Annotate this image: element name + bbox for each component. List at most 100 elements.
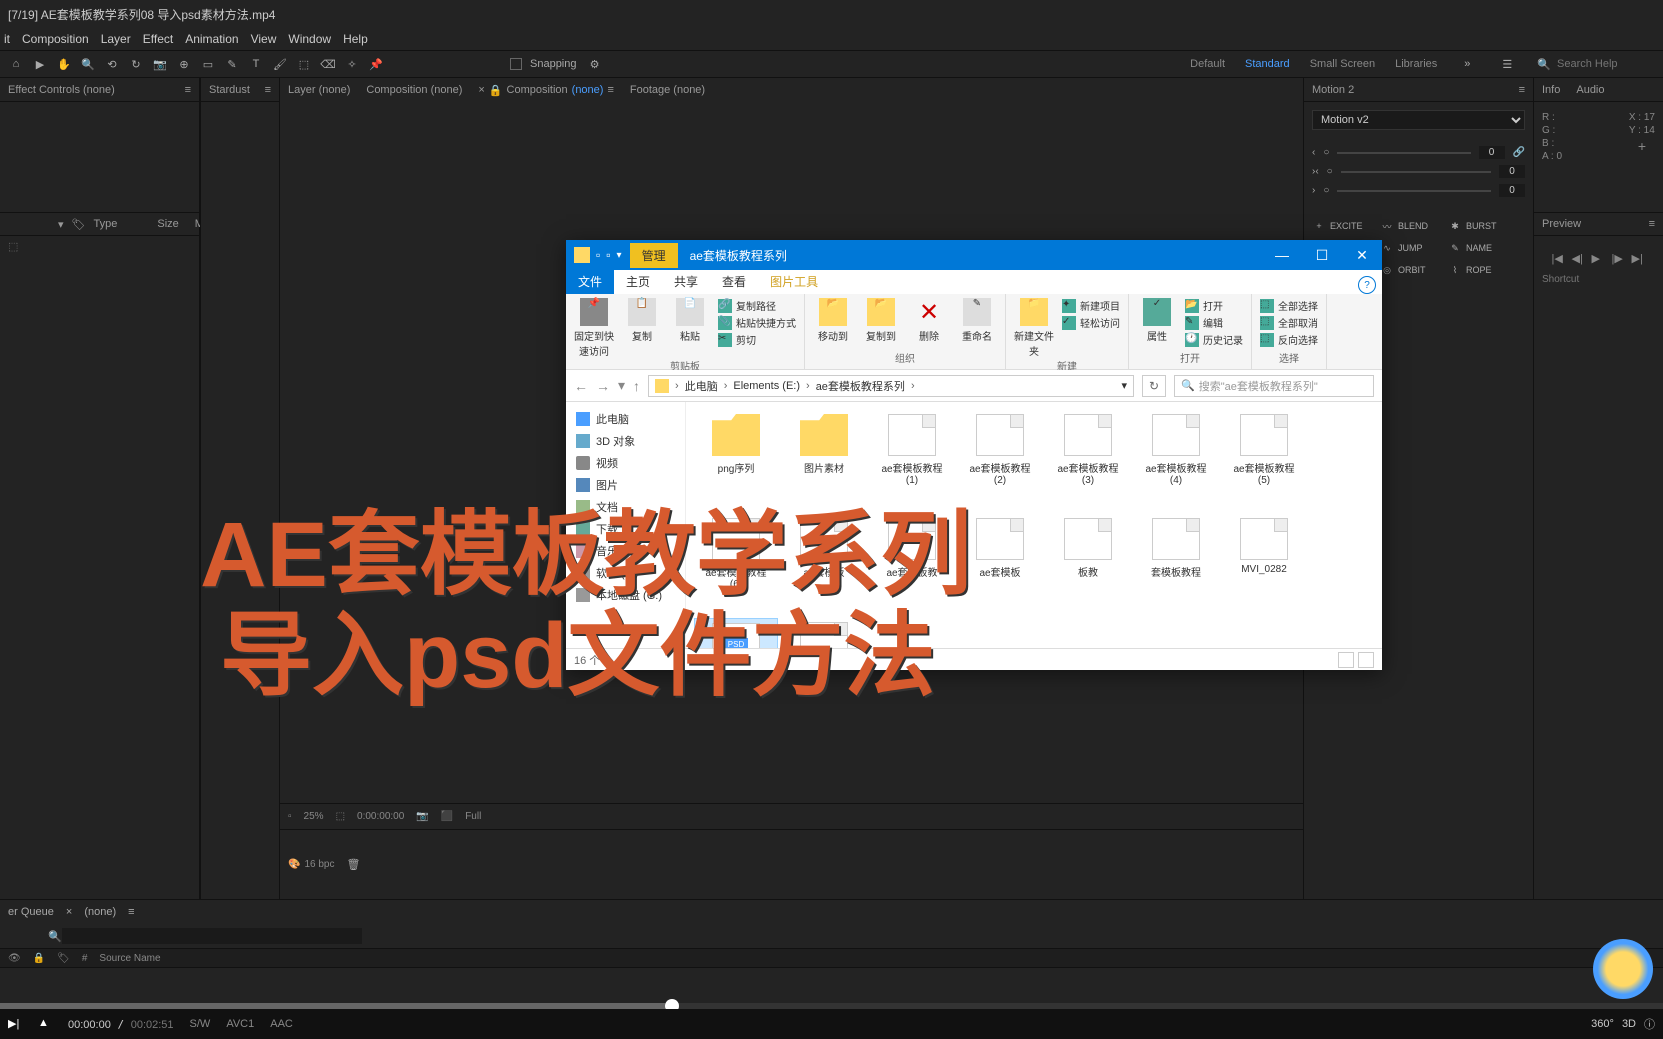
motion-excite-button[interactable]: +EXCITE: [1312, 219, 1372, 233]
menu-view[interactable]: View: [251, 32, 277, 46]
file-item[interactable]: ae套模板教: [870, 514, 954, 614]
ribbon-pictools-tab[interactable]: 图片工具: [758, 269, 830, 294]
file-item[interactable]: 板教: [1046, 514, 1130, 614]
mask-icon[interactable]: ▫: [288, 811, 292, 822]
nav-forward-icon[interactable]: →: [596, 378, 610, 394]
composition-active-tab[interactable]: × 🔒 Composition (none) ≡: [478, 84, 614, 97]
file-item[interactable]: ae套模板教程 (3): [1046, 410, 1130, 510]
ribbon-home-tab[interactable]: 主页: [614, 269, 662, 294]
channel-icon[interactable]: ⬛: [441, 811, 453, 822]
motion-name-button[interactable]: ✎NAME: [1448, 241, 1508, 255]
camera-tool-icon[interactable]: 📷: [150, 54, 170, 74]
effect-controls-tab[interactable]: Effect Controls (none) ≡: [0, 78, 199, 102]
selection-tool-icon[interactable]: ▶: [30, 54, 50, 74]
project-bpc[interactable]: 🎨 16 bpc: [288, 859, 334, 870]
home-icon[interactable]: ⌂: [6, 54, 26, 74]
sidebar-3dobjects[interactable]: 3D 对象: [570, 430, 681, 452]
newfolder-button[interactable]: 📁新建文件夹: [1014, 298, 1054, 358]
workspace-default[interactable]: Default: [1190, 58, 1225, 70]
motion-value-2[interactable]: 0: [1499, 165, 1525, 178]
snapshot-icon[interactable]: 📷: [416, 811, 428, 822]
file-item[interactable]: ae套模板: [782, 514, 866, 614]
timecode[interactable]: 0:00:00:00: [357, 811, 404, 822]
ribbon-view-tab[interactable]: 查看: [710, 269, 758, 294]
menu-window[interactable]: Window: [288, 32, 331, 46]
copypath-button[interactable]: 🔗复制路径: [718, 298, 796, 313]
hand-tool-icon[interactable]: ✋: [54, 54, 74, 74]
file-item[interactable]: ae套模板教程 (2): [958, 410, 1042, 510]
edit-button[interactable]: ✎编辑: [1185, 315, 1243, 330]
pan-behind-tool-icon[interactable]: ⊕: [174, 54, 194, 74]
motion-value-1[interactable]: 0: [1479, 146, 1505, 159]
file-item[interactable]: ae套模板教程 (5): [1222, 410, 1306, 510]
sidebar-thispc[interactable]: 此电脑: [570, 408, 681, 430]
rename-button[interactable]: ✎重命名: [957, 298, 997, 343]
history-button[interactable]: 🕐历史记录: [1185, 332, 1243, 347]
breadcrumb-dropdown-icon[interactable]: ▾: [1121, 379, 1127, 392]
file-item[interactable]: ae套模板教程 (4): [1134, 410, 1218, 510]
keyframe-icon[interactable]: ○: [1323, 185, 1329, 196]
clone-tool-icon[interactable]: ⬚: [294, 54, 314, 74]
footage-panel-tab[interactable]: Footage (none): [630, 84, 705, 96]
tag-icon[interactable]: 🏷: [72, 218, 86, 231]
file-item[interactable]: MVI_0282: [1222, 514, 1306, 614]
minimize-button[interactable]: —: [1262, 240, 1302, 270]
qat-save-icon[interactable]: ▫: [596, 248, 600, 262]
sidebar-pictures[interactable]: 图片: [570, 474, 681, 496]
sidebar-videos[interactable]: 视频: [570, 452, 681, 474]
motion-blend-button[interactable]: 〰BLEND: [1380, 219, 1440, 233]
properties-button[interactable]: ✓属性: [1137, 298, 1177, 343]
panel-menu-icon[interactable]: ≡: [1519, 84, 1525, 96]
workspace-standard[interactable]: Standard: [1245, 58, 1290, 70]
close-icon[interactable]: ×: [478, 84, 484, 96]
icon-view-icon[interactable]: [1358, 652, 1374, 668]
sidebar-documents[interactable]: 文档: [570, 496, 681, 518]
pen-tool-icon[interactable]: ✎: [222, 54, 242, 74]
comp-none-tab[interactable]: (none): [84, 906, 116, 918]
motion-orbit-button[interactable]: ◎ORBIT: [1380, 263, 1440, 277]
close-icon[interactable]: ×: [66, 906, 72, 918]
snapping-checkbox[interactable]: [510, 58, 522, 70]
visibility-column-icon[interactable]: 👁: [8, 953, 21, 964]
delete-button[interactable]: ✕删除: [909, 298, 949, 343]
motion-tab[interactable]: Motion 2: [1312, 84, 1354, 96]
info-icon[interactable]: ⓘ: [1644, 1016, 1655, 1032]
details-view-icon[interactable]: [1338, 652, 1354, 668]
first-frame-icon[interactable]: |◀: [1552, 252, 1566, 266]
next-key-icon[interactable]: ›: [1312, 185, 1315, 196]
resolution-dropdown[interactable]: Full: [465, 811, 481, 822]
invert-button[interactable]: ⬚反向选择: [1260, 332, 1318, 347]
explorer-search[interactable]: 🔍 搜索"ae套模板教程系列": [1174, 375, 1374, 397]
deg-tag[interactable]: 360°: [1591, 1018, 1614, 1030]
panel-menu-icon[interactable]: ≡: [128, 906, 134, 918]
file-item[interactable]: ae套模板: [958, 514, 1042, 614]
panel-menu-icon[interactable]: ≡: [185, 84, 191, 96]
roto-tool-icon[interactable]: ✧: [342, 54, 362, 74]
motion-slider-3[interactable]: [1337, 190, 1491, 192]
file-item[interactable]: ae套模板教程 (1): [870, 410, 954, 510]
file-item[interactable]: 套模板教程: [1134, 514, 1218, 614]
moveto-button[interactable]: 📂移动到: [813, 298, 853, 343]
render-queue-tab[interactable]: er Queue: [8, 906, 54, 918]
file-item[interactable]: 图片素材: [782, 410, 866, 510]
close-button[interactable]: ✕: [1342, 240, 1382, 270]
menu-composition[interactable]: Composition: [22, 32, 89, 46]
zoom-dropdown[interactable]: 25%: [304, 811, 324, 822]
res-icon[interactable]: ⬚: [336, 811, 345, 822]
key-nav-icon[interactable]: ›‹: [1312, 166, 1319, 177]
copy-button[interactable]: 📋复制: [622, 298, 662, 343]
workspace-libraries[interactable]: Libraries: [1395, 58, 1437, 70]
qat-props-icon[interactable]: ▫: [606, 248, 610, 262]
panel-menu-icon[interactable]: ≡: [1649, 218, 1655, 230]
timeline-search-input[interactable]: [62, 928, 362, 944]
breadcrumb-folder[interactable]: ae套模板教程系列: [816, 378, 905, 394]
motion-value-3[interactable]: 0: [1499, 184, 1525, 197]
puppet-tool-icon[interactable]: 📌: [366, 54, 386, 74]
layer-panel-tab[interactable]: Layer (none): [288, 84, 350, 96]
sidebar-drivef[interactable]: 软件 (F:): [570, 562, 681, 584]
nav-back-icon[interactable]: ←: [574, 378, 588, 394]
menu-animation[interactable]: Animation: [185, 32, 238, 46]
rect-tool-icon[interactable]: ▭: [198, 54, 218, 74]
easyaccess-button[interactable]: ✓轻松访问: [1062, 315, 1120, 330]
stardust-tab[interactable]: Stardust: [209, 84, 250, 96]
